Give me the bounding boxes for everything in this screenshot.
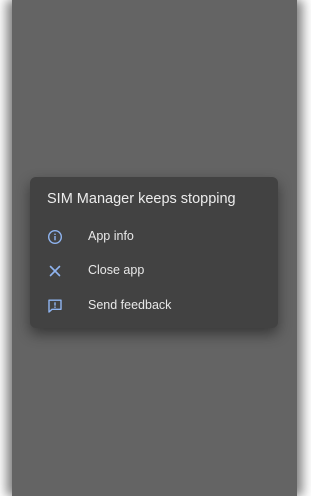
close-app-button[interactable]: Close app — [30, 254, 278, 288]
dialog-title: SIM Manager keeps stopping — [47, 191, 236, 207]
close-icon — [47, 263, 63, 279]
send-feedback-label: Send feedback — [88, 298, 172, 312]
info-icon — [47, 229, 63, 245]
screen: SIM Manager keeps stopping App info Clos… — [0, 0, 311, 496]
feedback-icon — [47, 298, 63, 314]
close-app-label: Close app — [88, 263, 145, 277]
app-crash-dialog: SIM Manager keeps stopping App info Clos… — [30, 177, 278, 328]
send-feedback-button[interactable]: Send feedback — [30, 289, 278, 323]
app-info-label: App info — [88, 229, 134, 243]
app-info-button[interactable]: App info — [30, 220, 278, 254]
